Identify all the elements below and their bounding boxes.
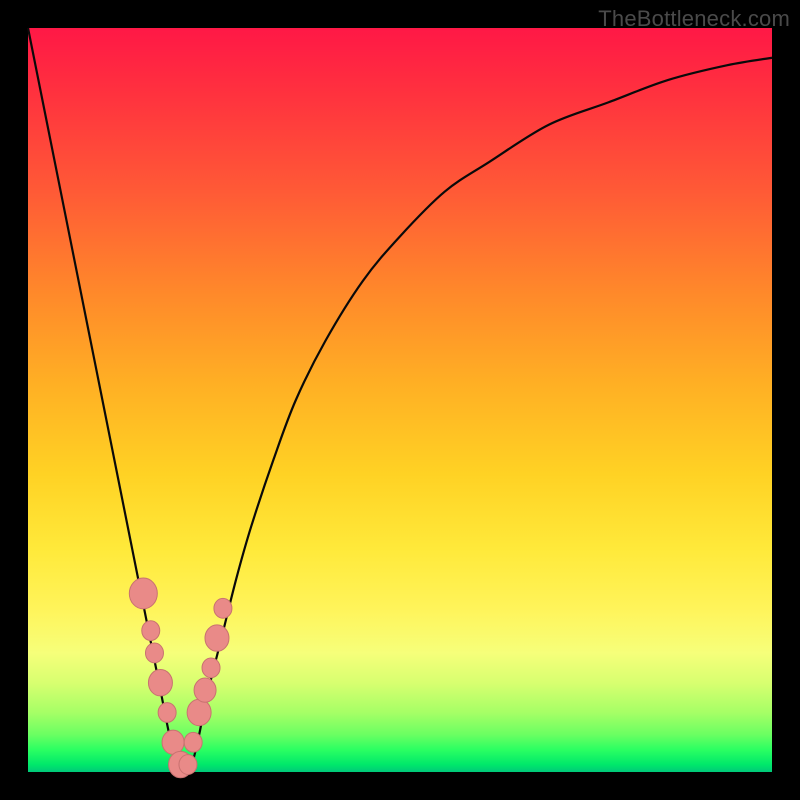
marker-point	[184, 732, 202, 752]
marker-point	[162, 730, 184, 754]
marker-point	[202, 658, 220, 678]
marker-point	[148, 670, 172, 696]
bottleneck-curve	[28, 28, 772, 772]
marker-point	[187, 699, 211, 725]
curve-layer	[28, 28, 772, 772]
marker-point	[158, 703, 176, 723]
marker-point	[214, 598, 232, 618]
marker-point	[145, 643, 163, 663]
chart-frame: TheBottleneck.com	[0, 0, 800, 800]
marker-point	[194, 678, 216, 702]
marker-point	[179, 755, 197, 775]
marker-point	[129, 578, 157, 609]
marker-group	[129, 578, 232, 778]
plot-area	[28, 28, 772, 772]
marker-point	[205, 625, 229, 651]
marker-point	[142, 621, 160, 641]
attribution-text: TheBottleneck.com	[598, 6, 790, 32]
